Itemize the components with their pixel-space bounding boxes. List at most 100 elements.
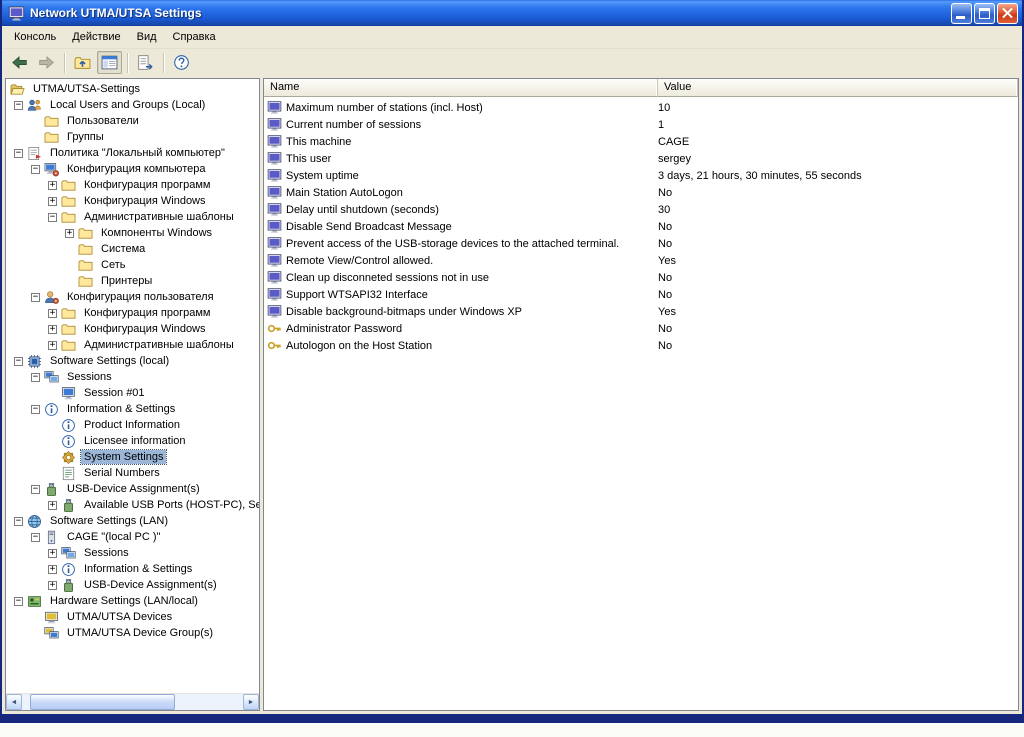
help-button[interactable] (169, 51, 194, 74)
tree-expander[interactable]: − (14, 516, 23, 526)
tree-item[interactable]: − Hardware Settings (LAN/local) (6, 593, 259, 609)
tree-item[interactable]: − Конфигурация пользователя (6, 289, 259, 305)
tree-item[interactable]: + Конфигурация Windows (6, 193, 259, 209)
info-icon (61, 561, 77, 577)
list-row[interactable]: Autologon on the Host Station No (264, 337, 1018, 354)
list-row[interactable]: Main Station AutoLogon No (264, 184, 1018, 201)
tree-expander[interactable]: − (14, 596, 23, 606)
scroll-thumb[interactable] (30, 694, 175, 710)
tree-item[interactable]: Product Information (6, 417, 259, 433)
tree-expander[interactable]: − (31, 372, 40, 382)
back-button[interactable] (7, 51, 32, 74)
tree-item[interactable]: − Политика "Локальный компьютер" (6, 145, 259, 161)
title-bar[interactable]: Network UTMA/UTSA Settings (2, 0, 1022, 26)
tree-expander[interactable]: − (14, 148, 23, 158)
menu-item-3[interactable]: Вид (129, 28, 165, 46)
tree-item[interactable]: + USB-Device Assignment(s) (6, 577, 259, 593)
list-row[interactable]: Prevent access of the USB-storage device… (264, 235, 1018, 252)
tree-item[interactable]: − Information & Settings (6, 401, 259, 417)
close-button[interactable] (997, 2, 1018, 24)
list-row[interactable]: Clean up disconneted sessions not in use… (264, 269, 1018, 286)
tree-expander[interactable]: − (48, 212, 57, 222)
export-list-button[interactable] (133, 51, 158, 74)
column-header-name[interactable]: Name (264, 79, 658, 97)
minimize-button[interactable] (951, 2, 972, 24)
tree-expander[interactable]: + (48, 180, 57, 190)
tree-item-label: USB-Device Assignment(s) (67, 483, 200, 495)
toggle-console-tree-button[interactable] (97, 51, 122, 74)
tree-item[interactable]: + Конфигурация программ (6, 177, 259, 193)
device-group-icon (44, 625, 60, 641)
tree-expander[interactable]: − (31, 404, 40, 414)
tree-item[interactable]: System Settings (6, 449, 259, 465)
folder-icon (44, 113, 60, 129)
tree-item[interactable]: − Sessions (6, 369, 259, 385)
menu-item-4[interactable]: Справка (165, 28, 224, 46)
tree-item[interactable]: Session #01 (6, 385, 259, 401)
tree-item[interactable]: − CAGE "(local PC )" (6, 529, 259, 545)
scroll-right-button[interactable]: ► (243, 694, 259, 710)
tree-item[interactable]: Группы (6, 129, 259, 145)
list-row-value: Yes (658, 305, 676, 318)
list-row[interactable]: This user sergey (264, 150, 1018, 167)
tree-expander[interactable]: − (31, 532, 40, 542)
tree-item[interactable]: − Административные шаблоны (6, 209, 259, 225)
tree-expander[interactable]: + (48, 580, 57, 590)
tree-item[interactable]: UTMA/UTSA Devices (6, 609, 259, 625)
column-header-value[interactable]: Value (658, 79, 1018, 97)
list-row[interactable]: Support WTSAPI32 Interface No (264, 286, 1018, 303)
tree-item[interactable]: Serial Numbers (6, 465, 259, 481)
tree-expander[interactable]: − (31, 292, 40, 302)
tree-expander[interactable]: + (65, 228, 74, 238)
tree-item[interactable]: − Local Users and Groups (Local) (6, 97, 259, 113)
folder-icon (78, 257, 94, 273)
tree-item[interactable]: − Конфигурация компьютера (6, 161, 259, 177)
tree-item[interactable]: Сеть (6, 257, 259, 273)
tree-item[interactable]: + Available USB Ports (HOST-PC), Sett (6, 497, 259, 513)
tree-item[interactable]: + Административные шаблоны (6, 337, 259, 353)
tree-expander[interactable]: + (48, 500, 57, 510)
tree-item[interactable]: Licensee information (6, 433, 259, 449)
scroll-left-button[interactable]: ◄ (6, 694, 22, 710)
menu-item-1[interactable]: Консоль (6, 28, 64, 46)
tree-expander[interactable]: + (48, 324, 57, 334)
tree-item[interactable]: − USB-Device Assignment(s) (6, 481, 259, 497)
list-row[interactable]: This machine CAGE (264, 133, 1018, 150)
tree-item[interactable]: + Конфигурация программ (6, 305, 259, 321)
list-row[interactable]: Delay until shutdown (seconds) 30 (264, 201, 1018, 218)
tree-item[interactable]: UTMA/UTSA-Settings (6, 81, 259, 97)
tree-item[interactable]: + Компоненты Windows (6, 225, 259, 241)
tree-expander[interactable]: − (14, 356, 23, 366)
list-row[interactable]: Administrator Password No (264, 320, 1018, 337)
list-row[interactable]: Maximum number of stations (incl. Host) 1… (264, 99, 1018, 116)
forward-button[interactable] (34, 51, 59, 74)
tree-item[interactable]: Система (6, 241, 259, 257)
up-folder-button[interactable] (70, 51, 95, 74)
tree-expander[interactable]: + (48, 564, 57, 574)
tree-expander[interactable]: − (31, 484, 40, 494)
tree-expander[interactable]: − (31, 164, 40, 174)
tree-item[interactable]: − Software Settings (local) (6, 353, 259, 369)
tree-expander[interactable]: + (48, 196, 57, 206)
list-row[interactable]: System uptime 3 days, 21 hours, 30 minute… (264, 167, 1018, 184)
tree-expander[interactable]: + (48, 340, 57, 350)
tree-item[interactable]: + Конфигурация Windows (6, 321, 259, 337)
maximize-button[interactable] (974, 2, 995, 24)
tree-expander[interactable]: + (48, 548, 57, 558)
list-row[interactable]: Current number of sessions 1 (264, 116, 1018, 133)
list-row[interactable]: Remote View/Control allowed. Yes (264, 252, 1018, 269)
tree-item[interactable]: + Sessions (6, 545, 259, 561)
info-icon (61, 433, 77, 449)
toolbar-separator (64, 52, 65, 73)
list-row[interactable]: Disable Send Broadcast Message No (264, 218, 1018, 235)
menu-item-2[interactable]: Действие (64, 28, 128, 46)
tree-item[interactable]: Принтеры (6, 273, 259, 289)
list-row[interactable]: Disable background-bitmaps under Windows… (264, 303, 1018, 320)
tree-item[interactable]: − Software Settings (LAN) (6, 513, 259, 529)
horizontal-scrollbar[interactable]: ◄ ► (6, 693, 259, 710)
tree-item[interactable]: UTMA/UTSA Device Group(s) (6, 625, 259, 641)
tree-item[interactable]: Пользователи (6, 113, 259, 129)
tree-expander[interactable]: + (48, 308, 57, 318)
tree-item[interactable]: + Information & Settings (6, 561, 259, 577)
tree-expander[interactable]: − (14, 100, 23, 110)
